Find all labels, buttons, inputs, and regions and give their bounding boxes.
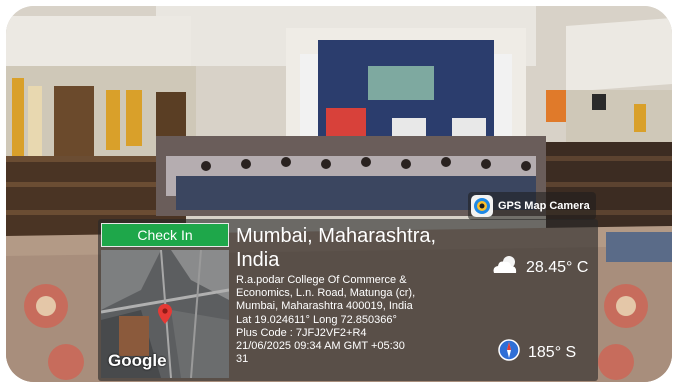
photo-frame: GPS Map Camera Check In Google Mumbai, M…: [6, 6, 672, 382]
map-brand-label: Google: [108, 351, 167, 370]
weather-readout: 28.45° C: [490, 253, 588, 282]
compass-icon: [498, 339, 520, 366]
datetime-text: 21/06/2025 09:34 AM GMT +05:30: [236, 340, 405, 353]
address-line: R.a.podar College Of Commerce &: [236, 274, 407, 286]
temperature-value: 28.45° C: [526, 258, 589, 276]
address-line: Mumbai, Maharashtra 400019, India: [236, 300, 413, 313]
geotag-panel: Check In Google Mumbai, Maharashtra, Ind…: [98, 219, 598, 381]
heading-value: 185° S: [528, 343, 577, 361]
plus-code-text: Plus Code : 7JFJ2VF2+R4: [236, 326, 367, 339]
coordinates-text: Lat 19.024611° Long 72.850366°: [236, 313, 397, 326]
address-line: Economics, L.n. Road, Matunga (cr),: [236, 287, 416, 300]
location-details: R.a.podar College Of Commerce & Economic…: [236, 274, 486, 366]
datetime-text-continued: 31: [236, 353, 249, 366]
app-badge: GPS Map Camera: [468, 192, 596, 220]
compass-readout: 185° S: [498, 339, 576, 366]
app-name: GPS Map Camera: [498, 200, 590, 212]
partly-cloudy-icon: [490, 253, 520, 282]
location-city: Mumbai, Maharashtra, India: [236, 225, 437, 271]
check-in-button[interactable]: Check In: [101, 223, 229, 247]
location-map[interactable]: Google: [101, 250, 229, 378]
map-pin-icon: [158, 304, 172, 329]
gps-map-camera-icon: [471, 195, 493, 217]
